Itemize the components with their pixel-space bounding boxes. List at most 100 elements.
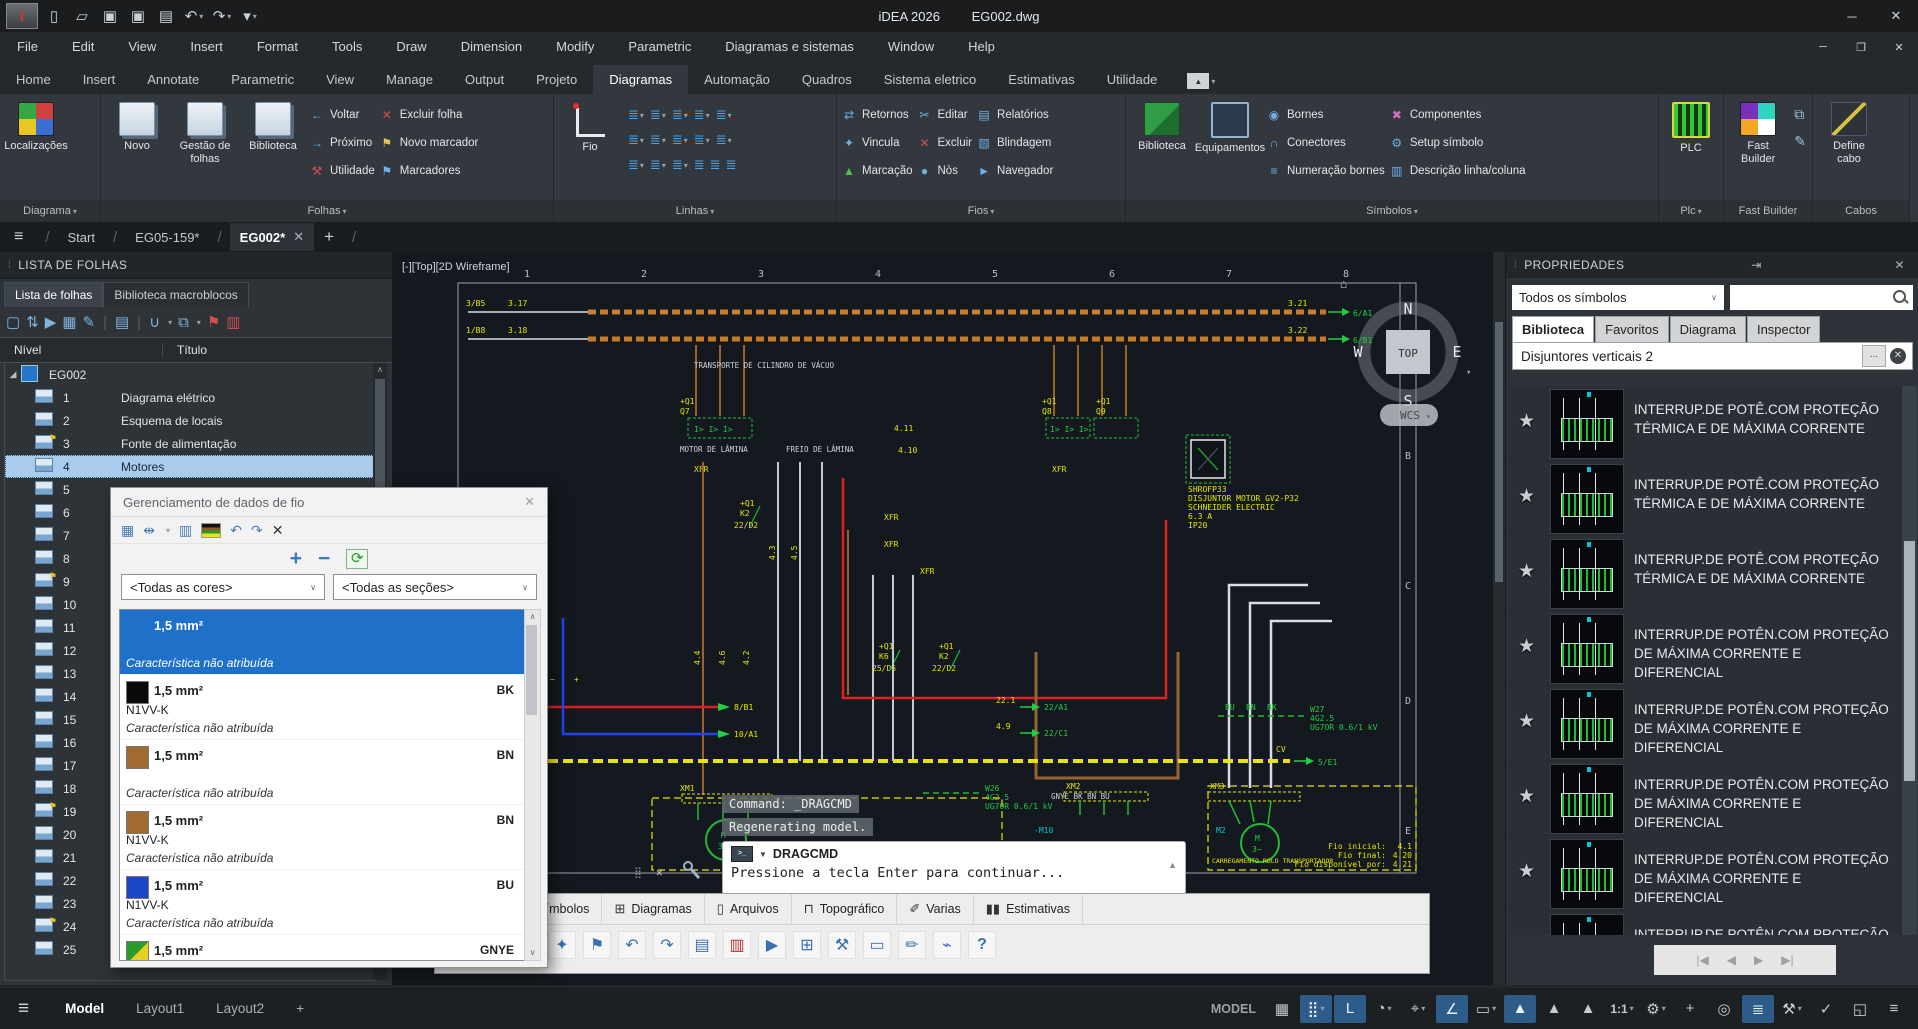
refresh-button[interactable]: ⟳ xyxy=(346,549,368,569)
renumber-sheets-icon[interactable]: ⇅ xyxy=(26,313,39,331)
ribbon-button-conectores[interactable]: ∩Conectores xyxy=(1266,132,1385,154)
wire-line-button[interactable]: ≣▾ xyxy=(692,106,712,124)
ribbon-group-label-fast-builder[interactable]: Fast Builder xyxy=(1724,200,1812,222)
annotation-scale-toggle[interactable]: 1:1▾ xyxy=(1606,995,1638,1023)
pager-previous-icon[interactable]: ◀ xyxy=(1727,953,1736,967)
redo-icon[interactable]: ↷ xyxy=(653,931,681,959)
favorite-star-icon[interactable]: ★ xyxy=(1518,410,1535,433)
command-input[interactable]: >_▼DRAGCMD Pressione a tecla Enter para … xyxy=(722,841,1186,895)
layers-icon[interactable]: ⧉ xyxy=(1794,106,1806,123)
command-expand-icon[interactable]: ▲ xyxy=(1168,860,1177,870)
scroll-down-icon[interactable]: ∨ xyxy=(525,946,540,960)
ribbon-button-numera-o-bornes[interactable]: ≡Numeração bornes xyxy=(1266,160,1385,182)
ribbon-button-excluir-folha[interactable]: ✕Excluir folha xyxy=(379,104,479,126)
wire-data-dialog[interactable]: Gerenciamento de dados de fio✕ ▦⇹▾▥↶↷✕ +… xyxy=(110,487,548,968)
ribbon-tab-home[interactable]: Home xyxy=(0,65,67,94)
library-item-8[interactable]: ★INTERRUP.DE POTÊN.COM PROTEÇÃO DE MÁXIM… xyxy=(1508,911,1902,935)
settings-toggle[interactable]: ⚙▾ xyxy=(1640,995,1672,1023)
ribbon-tab-insert[interactable]: Insert xyxy=(67,65,132,94)
bottom-tab-diagramas[interactable]: ⊞Diagramas xyxy=(602,894,704,924)
ribbon-button-localiza-es[interactable]: Localizações xyxy=(4,98,68,153)
expander-icon[interactable]: ◢ xyxy=(5,369,21,380)
clean-screen-toggle[interactable]: ◱ xyxy=(1844,995,1876,1023)
sheet-row-3[interactable]: 3Fonte de alimentação xyxy=(5,432,375,455)
scroll-thumb[interactable] xyxy=(526,625,537,715)
wire-item-3[interactable]: 1,5 mm²BNCaracterística não atribuída xyxy=(120,740,524,805)
ribbon-button-editar[interactable]: ✂Editar xyxy=(917,104,973,126)
section-filter-dropdown[interactable]: <Todas as seções>∨ xyxy=(333,574,537,600)
menu-view[interactable]: View xyxy=(111,32,173,62)
wire-colors-icon[interactable] xyxy=(201,523,221,538)
scroll-thumb[interactable] xyxy=(1904,541,1915,781)
new-document-tab[interactable]: + xyxy=(314,227,344,247)
wire-line-button[interactable]: ≣ xyxy=(708,156,722,174)
wire-line-button[interactable]: ≣▾ xyxy=(648,106,668,124)
ribbon-button-biblioteca[interactable]: Biblioteca xyxy=(1130,98,1194,153)
ribbon-tab-view[interactable]: View xyxy=(310,65,370,94)
ortho-mode-toggle[interactable]: L xyxy=(1334,995,1366,1023)
new-sheet-icon[interactable]: ▢ xyxy=(6,313,20,331)
close-doc-button[interactable]: ✕ xyxy=(1880,33,1918,61)
help-icon[interactable]: ? xyxy=(968,931,996,959)
ribbon-button-retornos[interactable]: ⇄Retornos xyxy=(841,104,913,126)
ribbon-tab-output[interactable]: Output xyxy=(449,65,520,94)
color-filter-dropdown[interactable]: <Todas as cores>∨ xyxy=(121,574,325,600)
sheet-tree-root[interactable]: ◢EG002 xyxy=(5,363,375,386)
ribbon-button-voltar[interactable]: ←Voltar xyxy=(309,104,375,126)
minimize-button[interactable]: ─ xyxy=(1830,1,1874,31)
wire-line-button[interactable]: ≣ xyxy=(724,156,738,174)
ribbon-group-label-s-mbolos[interactable]: Símbolos▾ xyxy=(1126,200,1658,222)
favorite-star-icon[interactable]: ★ xyxy=(1518,785,1535,808)
close-button[interactable]: ✕ xyxy=(1874,1,1918,31)
redo-icon[interactable]: ↷▾ xyxy=(210,5,234,27)
menu-parametric[interactable]: Parametric xyxy=(611,32,708,62)
ribbon-group-label-fios[interactable]: Fios▾ xyxy=(837,200,1125,222)
ribbon-button-gest-o-de-folhas[interactable]: Gestão de folhas xyxy=(173,98,237,166)
dragged-symbol[interactable]: SHROFP33 DISJUNTOR MOTOR GV2-P32 SCHNEID… xyxy=(1186,435,1299,530)
ribbon-button-n-s[interactable]: ●Nòs xyxy=(917,160,973,182)
wire-line-button[interactable]: ≣▾ xyxy=(714,106,734,124)
undo-icon[interactable]: ↶▾ xyxy=(182,5,206,27)
wire-line-button[interactable]: ≣▾ xyxy=(670,156,690,174)
isolate-objects-toggle[interactable]: ◎ xyxy=(1708,995,1740,1023)
customization-toggle[interactable]: ⚒▾ xyxy=(1776,995,1808,1023)
menu-tools[interactable]: Tools xyxy=(315,32,379,62)
favorite-star-icon[interactable]: ★ xyxy=(1518,710,1535,733)
table-select-icon[interactable]: ▥ xyxy=(179,522,192,539)
ribbon-tab-manage[interactable]: Manage xyxy=(370,65,449,94)
sheet-tab-lista-de-folhas[interactable]: Lista de folhas xyxy=(4,282,103,307)
wire-line-button[interactable]: ≣▾ xyxy=(626,131,646,149)
ribbon-button-equipamentos[interactable]: Equipamentos xyxy=(1198,98,1262,155)
ribbon-button-fio[interactable]: Fio xyxy=(558,98,622,154)
pin-icon[interactable]: ⇥ xyxy=(1745,258,1767,272)
layout-tab-model[interactable]: Model xyxy=(51,1001,118,1016)
redo-icon[interactable]: ↷ xyxy=(251,522,263,539)
layout-grid-icon[interactable]: ⊞ xyxy=(793,931,821,959)
tab-inspector[interactable]: Inspector xyxy=(1747,316,1820,342)
ribbon-button-descri-o-linha-coluna[interactable]: ▥Descrição linha/coluna xyxy=(1389,160,1526,182)
ribbon-group-label-folhas[interactable]: Folhas▾ xyxy=(101,200,553,222)
wrench-icon[interactable] xyxy=(684,862,692,870)
clear-icon[interactable]: ✕ xyxy=(1890,348,1906,364)
copy-icon[interactable]: ⧉ xyxy=(178,314,189,331)
viewport-label[interactable]: [-][Top][2D Wireframe] xyxy=(402,261,510,273)
sheet-row-1[interactable]: 1Diagrama elétrico xyxy=(5,386,375,409)
grid-display-toggle[interactable]: ▦ xyxy=(1266,995,1298,1023)
library-item-4[interactable]: ★INTERRUP.DE POTÊN.COM PROTEÇÃO DE MÁXIM… xyxy=(1508,611,1902,686)
export-pdf-icon[interactable]: ▥ xyxy=(723,931,751,959)
print-icon[interactable]: ▤ xyxy=(115,313,129,331)
object-snap-toggle[interactable]: ∠ xyxy=(1436,995,1468,1023)
menu-dimension[interactable]: Dimension xyxy=(444,32,539,62)
ribbon-tab-sistema-eletrico[interactable]: Sistema eletrico xyxy=(868,65,992,94)
chevron-down-icon[interactable]: ▼ xyxy=(759,850,767,859)
ribbon-group-label-plc[interactable]: Plc▾ xyxy=(1659,200,1723,222)
wire-line-button[interactable]: ≣▾ xyxy=(692,131,712,149)
ribbon-display-toggle[interactable]: ▲▾ xyxy=(1187,73,1215,89)
new-marker-icon[interactable]: ✦ xyxy=(548,931,576,959)
tab-favoritos[interactable]: Favoritos xyxy=(1595,316,1668,342)
ribbon-button-biblioteca[interactable]: Biblioteca xyxy=(241,98,305,153)
close-icon[interactable]: ✕ xyxy=(1889,258,1911,272)
column-select-icon[interactable]: ⇹ xyxy=(143,522,155,539)
polar-tracking-toggle[interactable]: ◔▾ xyxy=(1368,995,1400,1023)
library-scrollbar[interactable] xyxy=(1902,386,1917,935)
